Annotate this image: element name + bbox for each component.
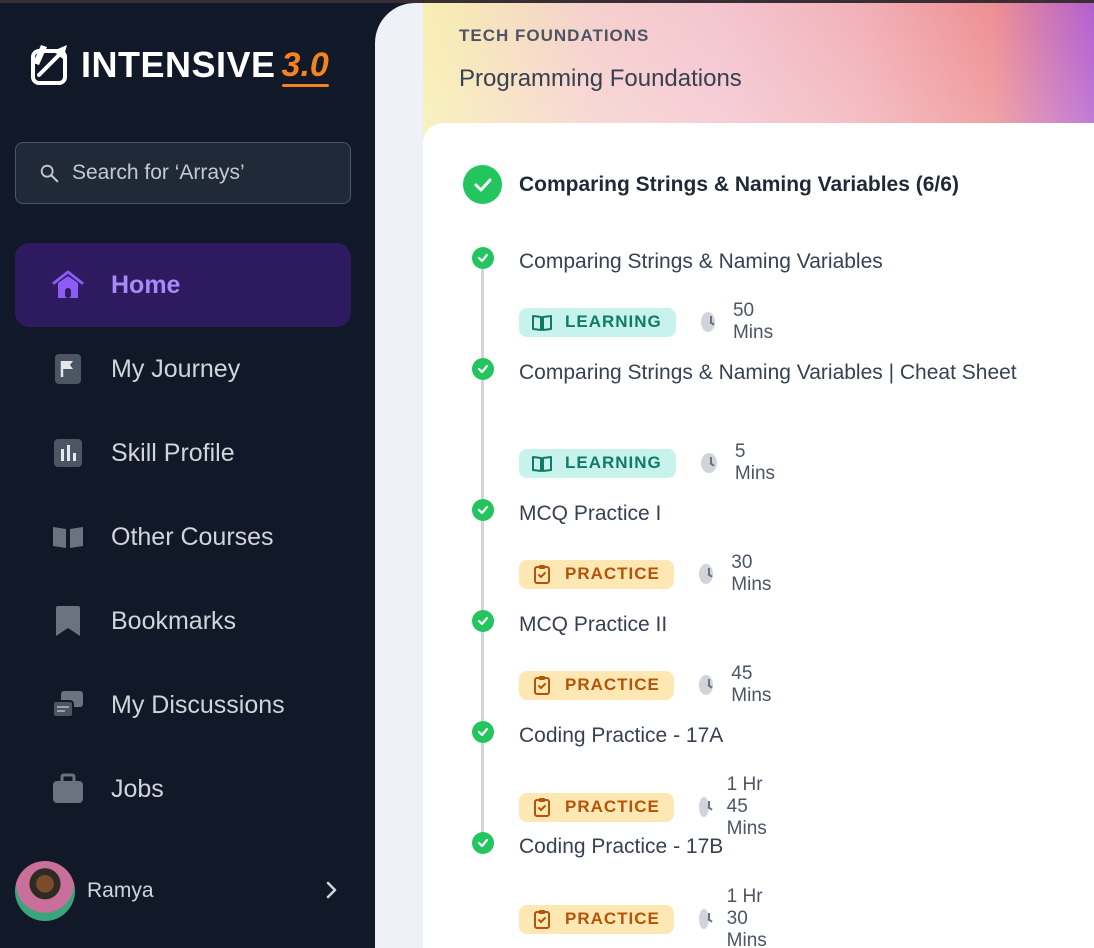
sidebar-item-my-journey[interactable]: My Journey xyxy=(15,327,351,411)
sidebar-item-jobs[interactable]: Jobs xyxy=(15,747,351,831)
clipboard-icon xyxy=(534,910,550,929)
item-title[interactable]: Coding Practice - 17B xyxy=(519,829,1019,865)
sidebar-item-label: My Journey xyxy=(111,354,241,383)
badge-label: LEARNING xyxy=(565,453,662,472)
item-meta: PRACTICE 1 Hr 30 Mins xyxy=(519,886,779,948)
course-title: Programming Foundations xyxy=(459,65,742,92)
badge-label: PRACTICE xyxy=(565,797,660,816)
profile-name: Ramya xyxy=(87,879,154,902)
item-title[interactable]: Coding Practice - 17A xyxy=(519,718,1019,754)
item-meta: PRACTICE 30 Mins xyxy=(519,552,779,596)
clock-icon xyxy=(698,675,714,695)
sidebar-item-label: Home xyxy=(111,270,181,299)
sidebar-item-label: My Discussions xyxy=(111,690,285,719)
timeline-line xyxy=(481,261,484,847)
search-icon xyxy=(40,164,59,183)
sidebar-item-label: Skill Profile xyxy=(111,438,235,467)
check-circle-icon xyxy=(472,610,494,632)
logo-text: INTENSIVE xyxy=(81,44,276,85)
learning-badge: LEARNING xyxy=(519,307,676,337)
item-duration: 30 Mins xyxy=(731,552,772,595)
item-duration: 50 Mins xyxy=(732,300,774,343)
bookmark-icon xyxy=(51,604,85,638)
module-title: Comparing Strings & Naming Variables (6/… xyxy=(519,172,959,196)
item-meta: LEARNING 5 Mins xyxy=(519,441,780,485)
briefcase-icon xyxy=(51,772,85,806)
search-input[interactable]: Search for ‘Arrays’ xyxy=(15,142,351,204)
logo[interactable]: INTENSIVE 3.0 xyxy=(27,39,330,91)
item-title[interactable]: MCQ Practice I xyxy=(519,496,1019,532)
sidebar-item-label: Jobs xyxy=(111,774,164,803)
sidebar: INTENSIVE 3.0 Search for ‘Arrays’ Home M… xyxy=(0,3,375,948)
sidebar-item-skill-profile[interactable]: Skill Profile xyxy=(15,411,351,495)
main-content: TECH FOUNDATIONS Programming Foundations… xyxy=(375,3,1094,948)
search-placeholder: Search for ‘Arrays’ xyxy=(72,161,245,184)
badge-label: LEARNING xyxy=(565,312,662,331)
practice-badge: PRACTICE xyxy=(519,670,674,700)
sidebar-item-label: Bookmarks xyxy=(111,606,237,635)
badge-label: PRACTICE xyxy=(565,675,660,694)
logo-version: 3.0 xyxy=(281,45,330,87)
avatar[interactable] xyxy=(15,861,75,921)
item-duration: 1 Hr 30 Mins xyxy=(726,886,767,948)
item-duration: 45 Mins xyxy=(731,663,772,706)
check-circle-icon xyxy=(463,165,502,204)
course-category: TECH FOUNDATIONS xyxy=(459,26,650,45)
learning-badge: LEARNING xyxy=(519,448,676,478)
check-circle-icon xyxy=(472,358,494,380)
sidebar-item-bookmarks[interactable]: Bookmarks xyxy=(15,579,351,663)
clock-icon xyxy=(698,909,710,929)
sidebar-item-label: Other Courses xyxy=(111,522,274,551)
clock-icon xyxy=(700,453,717,473)
sidebar-item-my-discussions[interactable]: My Discussions xyxy=(15,663,351,747)
clock-icon xyxy=(700,312,715,332)
check-circle-icon xyxy=(472,247,494,269)
chat-icon xyxy=(51,688,85,722)
item-meta: LEARNING 50 Mins xyxy=(519,300,780,344)
module-header[interactable]: Comparing Strings & Naming Variables (6/… xyxy=(463,165,959,204)
open-book-icon xyxy=(51,520,85,554)
practice-badge: PRACTICE xyxy=(519,904,674,934)
check-circle-icon xyxy=(472,721,494,743)
clock-icon xyxy=(698,564,714,584)
practice-badge: PRACTICE xyxy=(519,792,674,822)
item-duration: 5 Mins xyxy=(734,441,776,484)
profile-menu[interactable]: Ramya xyxy=(15,861,351,921)
sidebar-item-home[interactable]: Home xyxy=(15,243,351,327)
book-icon xyxy=(532,315,552,331)
badge-label: PRACTICE xyxy=(565,909,660,928)
badge-label: PRACTICE xyxy=(565,564,660,583)
sidebar-item-other-courses[interactable]: Other Courses xyxy=(15,495,351,579)
clipboard-icon xyxy=(534,676,550,695)
clock-icon xyxy=(698,797,710,817)
home-icon xyxy=(51,268,85,302)
clipboard-icon xyxy=(534,798,550,817)
check-circle-icon xyxy=(472,499,494,521)
practice-badge: PRACTICE xyxy=(519,559,674,589)
logo-mark-icon xyxy=(31,45,67,85)
item-title[interactable]: Comparing Strings & Naming Variables | C… xyxy=(519,355,1019,391)
item-title[interactable]: MCQ Practice II xyxy=(519,607,1019,643)
sidebar-nav: Home My Journey Skill Profile Other Cour… xyxy=(15,243,351,831)
item-title[interactable]: Comparing Strings & Naming Variables xyxy=(519,244,1019,280)
item-meta: PRACTICE 45 Mins xyxy=(519,663,779,707)
bar-chart-icon xyxy=(51,436,85,470)
book-icon xyxy=(532,456,552,472)
flag-icon xyxy=(51,352,85,386)
clipboard-icon xyxy=(534,565,550,584)
check-circle-icon xyxy=(472,832,494,854)
chevron-right-icon[interactable] xyxy=(319,878,343,902)
